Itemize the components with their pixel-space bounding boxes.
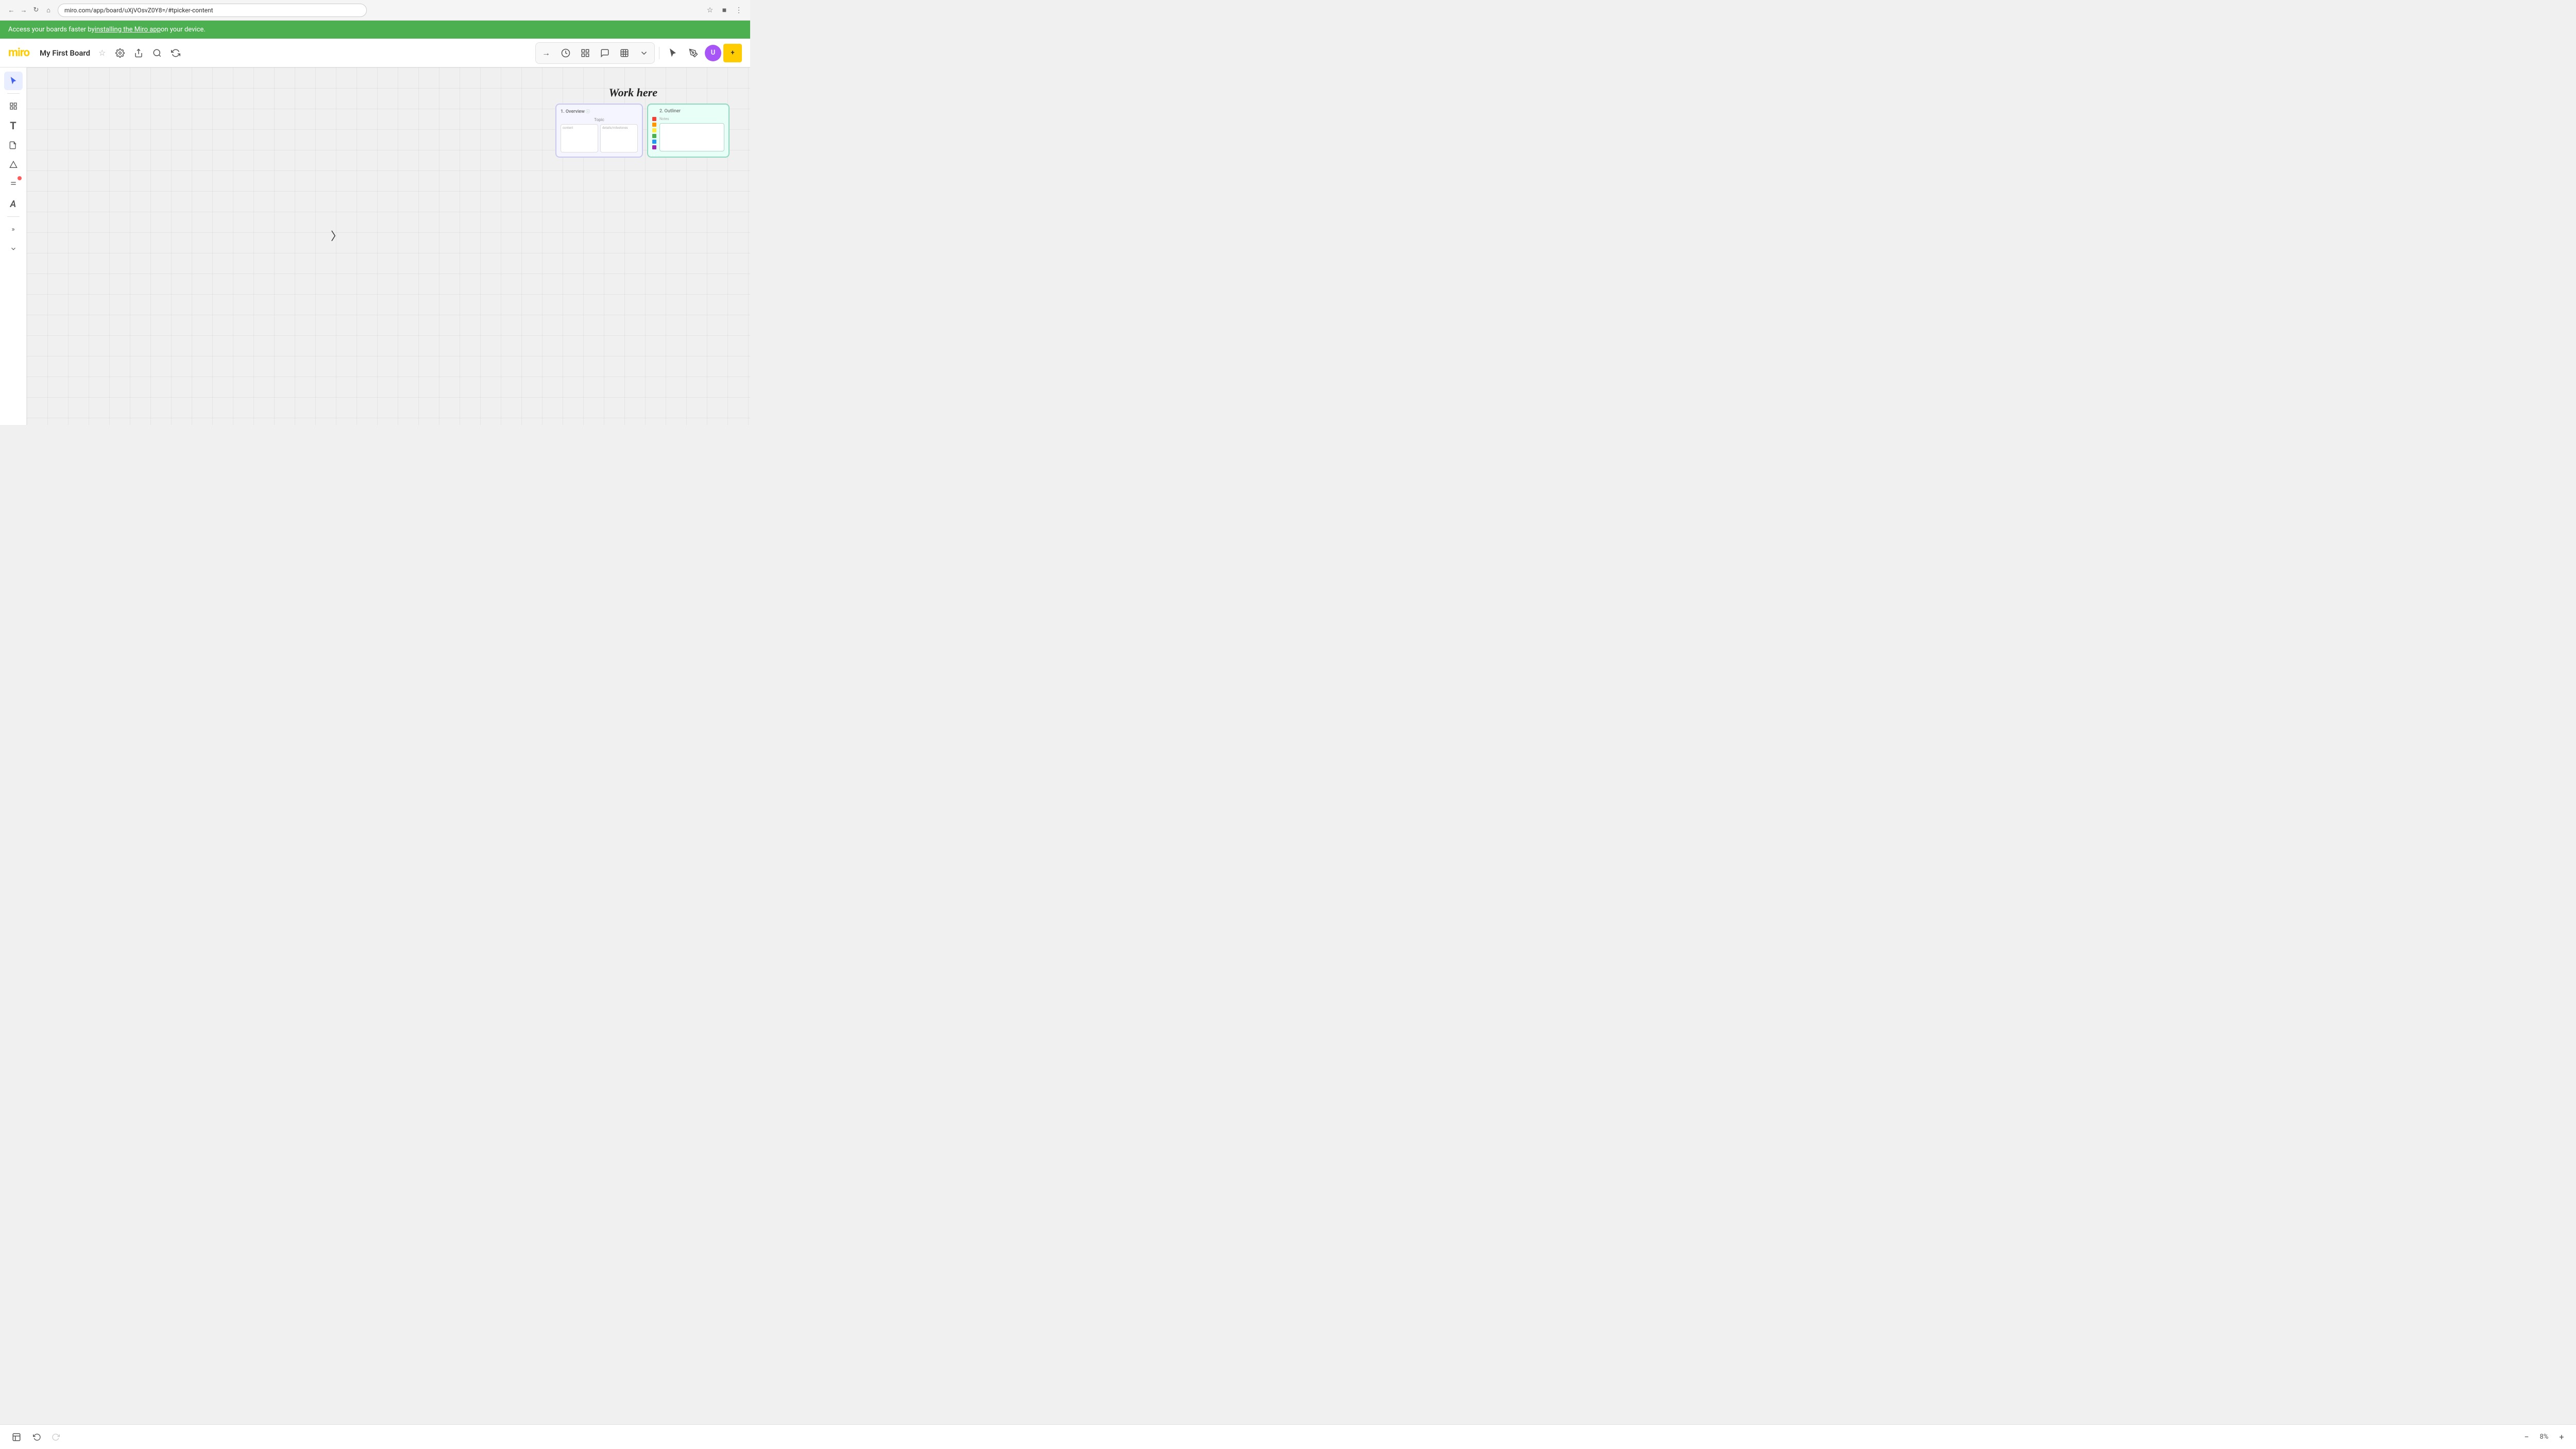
miro-logo[interactable]: miro bbox=[8, 46, 29, 59]
search-button[interactable] bbox=[149, 45, 165, 61]
app-bar-icons bbox=[112, 45, 184, 61]
avatar-initials: U bbox=[711, 49, 716, 57]
home-button[interactable]: ⌂ bbox=[43, 5, 54, 15]
user-avatar[interactable]: U bbox=[705, 45, 721, 61]
integrations-button[interactable] bbox=[167, 45, 184, 61]
undo-redo-controls bbox=[29, 1429, 64, 1445]
color-dot-yellow bbox=[652, 128, 656, 132]
bottom-left bbox=[8, 1429, 64, 1445]
outliner-color-dots bbox=[652, 109, 656, 152]
overview-frame[interactable]: 1. Overview ⓘ Topic content details/mile… bbox=[555, 104, 643, 158]
toolbar-separator-2 bbox=[7, 216, 20, 217]
pages-button[interactable] bbox=[8, 1429, 25, 1445]
settings-button[interactable] bbox=[112, 45, 128, 61]
bookmark-icon[interactable]: ☆ bbox=[705, 5, 715, 15]
more-tools-button[interactable]: » bbox=[4, 220, 23, 238]
bottom-toolbar: − 8% + bbox=[0, 1424, 2576, 1449]
letter-tool-button[interactable]: A bbox=[4, 195, 23, 213]
refresh-button[interactable]: ↻ bbox=[31, 5, 41, 15]
frame-box-2-label: details/milestones bbox=[601, 125, 637, 131]
color-dot-green bbox=[652, 134, 656, 138]
double-arrow-icon: » bbox=[11, 226, 14, 233]
url-text: miro.com/app/board/uXjVOsvZ0Y8=/#tpicker… bbox=[64, 7, 213, 14]
banner-text: Access your boards faster by bbox=[8, 26, 95, 33]
install-link[interactable]: installing the Miro app bbox=[95, 26, 161, 33]
frame-topic-label: Topic bbox=[561, 117, 638, 122]
canvas-area[interactable]: Work here 1. Overview ⓘ Topic content de… bbox=[27, 67, 750, 425]
left-toolbar: T A » bbox=[0, 67, 27, 425]
more-apps-button[interactable]: + bbox=[723, 44, 742, 62]
undo-button[interactable] bbox=[29, 1429, 45, 1445]
pen-mode-button[interactable] bbox=[684, 44, 703, 62]
browser-actions: ☆ ■ ⋮ bbox=[705, 5, 744, 15]
comment-icon[interactable] bbox=[596, 44, 614, 62]
work-here-label: Work here bbox=[609, 86, 657, 99]
nav-buttons: ← → ↻ ⌂ bbox=[6, 5, 54, 15]
main-layout: T A » bbox=[0, 67, 750, 425]
banner-text-after: on your device. bbox=[161, 26, 206, 33]
extensions-icon[interactable]: ■ bbox=[719, 5, 730, 15]
outliner-box[interactable] bbox=[659, 123, 724, 151]
color-dot-red bbox=[652, 117, 656, 121]
frames-icon[interactable] bbox=[576, 44, 595, 62]
board-title[interactable]: My First Board bbox=[40, 48, 90, 58]
cursor-mode-button[interactable] bbox=[664, 44, 682, 62]
color-dot-orange bbox=[652, 123, 656, 127]
redo-button[interactable] bbox=[47, 1429, 64, 1445]
back-button[interactable]: ← bbox=[6, 5, 16, 15]
zoom-out-button[interactable]: − bbox=[2520, 1431, 2533, 1443]
frames-container: 1. Overview ⓘ Topic content details/mile… bbox=[555, 104, 730, 158]
zoom-level: 8% bbox=[2536, 1433, 2552, 1441]
expand-tools-button[interactable] bbox=[4, 240, 23, 258]
shapes-tool-button[interactable] bbox=[4, 156, 23, 174]
frame-1-label: 1. Overview ⓘ bbox=[561, 109, 638, 114]
frame-box-1-label: content bbox=[561, 125, 598, 131]
frame-box-1[interactable]: content bbox=[561, 124, 598, 152]
install-banner: Access your boards faster by installing … bbox=[0, 21, 750, 39]
frames-tool-button[interactable] bbox=[4, 97, 23, 115]
cursor-hand: 〉 bbox=[331, 227, 342, 244]
pen-tool-button[interactable] bbox=[4, 175, 23, 194]
zoom-in-button[interactable]: + bbox=[2555, 1431, 2568, 1443]
bottom-right: − 8% + bbox=[2520, 1431, 2568, 1443]
color-dot-purple bbox=[652, 145, 656, 149]
share-button[interactable] bbox=[130, 45, 147, 61]
color-dot-blue bbox=[652, 140, 656, 144]
zoom-controls: − 8% + bbox=[2520, 1431, 2568, 1443]
forward-button[interactable]: → bbox=[19, 5, 29, 15]
star-icon[interactable]: ☆ bbox=[98, 48, 106, 58]
toolbar-separator-1 bbox=[7, 93, 20, 94]
outliner-frame[interactable]: 2. Outliner Notes bbox=[647, 104, 730, 158]
frame-box-2[interactable]: details/milestones bbox=[600, 124, 638, 152]
outliner-content: 2. Outliner Notes bbox=[659, 109, 724, 152]
more-options-icon[interactable] bbox=[635, 44, 653, 62]
right-toolbar: → bbox=[535, 42, 742, 64]
select-tool-button[interactable] bbox=[4, 72, 23, 90]
text-tool-button[interactable]: T bbox=[4, 116, 23, 135]
app-bar: miro My First Board ☆ → bbox=[0, 39, 750, 67]
outliner-label: 2. Outliner bbox=[659, 109, 724, 114]
arrow-right-icon[interactable]: → bbox=[537, 44, 555, 62]
address-bar[interactable]: miro.com/app/board/uXjVOsvZ0Y8=/#tpicker… bbox=[58, 4, 367, 17]
notification-dot bbox=[18, 176, 22, 180]
browser-chrome: ← → ↻ ⌂ miro.com/app/board/uXjVOsvZ0Y8=/… bbox=[0, 0, 750, 21]
sticky-note-tool-button[interactable] bbox=[4, 136, 23, 155]
outliner-notes-label: Notes bbox=[659, 117, 724, 121]
frame-inner-boxes: content details/milestones bbox=[561, 124, 638, 152]
menu-icon[interactable]: ⋮ bbox=[734, 5, 744, 15]
view-controls: → bbox=[535, 42, 655, 64]
table-icon[interactable] bbox=[615, 44, 634, 62]
timer-icon[interactable] bbox=[556, 44, 575, 62]
